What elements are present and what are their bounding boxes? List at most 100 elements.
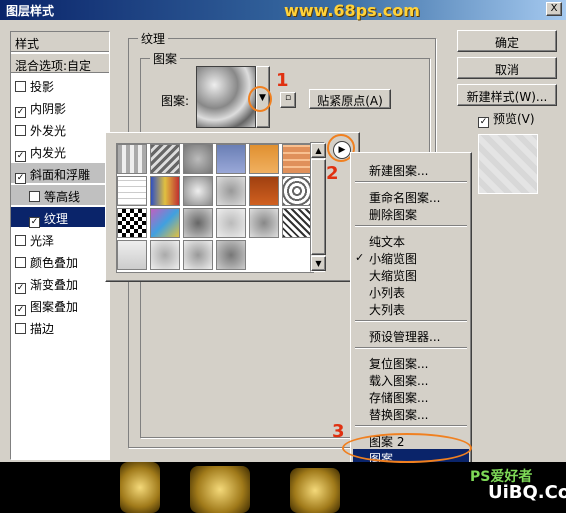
menu-item[interactable]: 纯文本 xyxy=(353,232,469,249)
menu-separator xyxy=(355,225,467,227)
pattern-swatch[interactable] xyxy=(117,176,147,206)
style-item[interactable]: ✓ 渐变叠加 xyxy=(11,273,109,294)
menu-separator xyxy=(355,425,467,427)
style-item-label: 渐变叠加 xyxy=(30,278,79,292)
menu-item[interactable]: 大缩览图 xyxy=(353,266,469,283)
menu-separator xyxy=(355,320,467,322)
checkbox-checked-icon[interactable]: ✓ xyxy=(15,305,26,316)
preview-check-icon: ✓ xyxy=(478,117,489,128)
window-title: 图层样式 xyxy=(6,4,55,18)
menu-separator xyxy=(355,347,467,349)
highlight-circle-3 xyxy=(342,433,472,463)
ok-button[interactable]: 确定 xyxy=(457,30,557,52)
style-item[interactable]: 投影 xyxy=(11,75,109,95)
pattern-swatch[interactable] xyxy=(117,144,147,174)
menu-item[interactable]: 新建图案... xyxy=(353,161,469,178)
pattern-swatch[interactable] xyxy=(216,144,246,174)
gold-glyph xyxy=(190,466,250,513)
close-button[interactable]: X xyxy=(546,2,562,16)
menu-item[interactable]: 复位图案... xyxy=(353,354,469,371)
checkbox-icon[interactable] xyxy=(15,257,26,268)
blend-options[interactable]: 混合选项:自定 xyxy=(11,53,109,73)
preview-checkbox[interactable]: ✓ 预览(V) xyxy=(478,110,535,128)
style-item[interactable]: 等高线 xyxy=(11,185,109,205)
menu-item[interactable]: 删除图案 xyxy=(353,205,469,222)
new-preset-icon[interactable]: ▫ xyxy=(280,92,296,108)
pattern-subgroup-label: 图案 xyxy=(150,50,181,67)
style-item-label: 外发光 xyxy=(30,124,67,138)
pattern-swatch[interactable] xyxy=(150,208,180,238)
checkbox-icon[interactable] xyxy=(15,235,26,246)
style-item-label: 图案叠加 xyxy=(30,300,79,314)
style-item-label: 等高线 xyxy=(44,190,81,204)
style-list: 样式 混合选项:自定 投影 ✓ 内阴影外发光 ✓ 内发光 ✓ 斜面和浮雕等高线 ✓ 纹理光泽 颜色… xyxy=(10,31,110,460)
style-item-label: 描边 xyxy=(30,322,55,336)
scroll-down-icon[interactable]: ▼ xyxy=(311,256,326,271)
scroll-thumb[interactable] xyxy=(311,159,326,255)
step-3-label: 3 xyxy=(332,421,345,442)
menu-item[interactable]: 重命名图案... xyxy=(353,188,469,205)
gold-glyph xyxy=(290,468,340,513)
picker-scrollbar[interactable]: ▲ ▼ xyxy=(310,142,326,272)
style-item[interactable]: 光泽 xyxy=(11,229,109,249)
style-item-label: 内发光 xyxy=(30,146,67,160)
checkbox-checked-icon[interactable]: ✓ xyxy=(15,283,26,294)
checkbox-checked-icon[interactable]: ✓ xyxy=(15,107,26,118)
menu-item[interactable]: 预设管理器... xyxy=(353,327,469,344)
style-item-label: 纹理 xyxy=(44,212,69,226)
checkbox-checked-icon[interactable]: ✓ xyxy=(29,217,40,228)
checkmark-icon: ✓ xyxy=(355,251,365,264)
menu-item[interactable]: 大列表 xyxy=(353,300,469,317)
pattern-swatch[interactable] xyxy=(282,208,312,238)
style-item[interactable]: ✓ 纹理 xyxy=(11,207,109,228)
pattern-swatch[interactable] xyxy=(249,176,279,206)
checkbox-checked-icon[interactable]: ✓ xyxy=(15,173,26,184)
pattern-swatch[interactable] xyxy=(183,240,213,270)
cancel-button[interactable]: 取消 xyxy=(457,57,557,79)
style-item[interactable]: ✓ 内阴影 xyxy=(11,97,109,118)
pattern-swatch[interactable] xyxy=(282,176,312,206)
checkbox-icon[interactable] xyxy=(15,323,26,334)
pattern-swatch[interactable] xyxy=(183,208,213,238)
checkbox-icon[interactable] xyxy=(15,125,26,136)
watermark: www.68ps.com xyxy=(284,1,420,20)
menu-item[interactable]: 存储图案... xyxy=(353,388,469,405)
pattern-swatch[interactable] xyxy=(183,144,213,174)
pattern-swatch[interactable] xyxy=(117,240,147,270)
style-preview-swatch xyxy=(478,134,538,194)
step-1-label: 1 xyxy=(276,70,289,91)
checkbox-icon[interactable] xyxy=(29,191,40,202)
checkbox-icon[interactable] xyxy=(15,81,26,92)
menu-item[interactable]: 小缩览图 xyxy=(353,249,469,266)
scroll-up-icon[interactable]: ▲ xyxy=(311,143,326,158)
pattern-thumbnail[interactable] xyxy=(196,66,256,128)
highlight-circle-1 xyxy=(248,86,272,112)
pattern-swatch[interactable] xyxy=(150,176,180,206)
pattern-swatch[interactable] xyxy=(282,144,312,174)
style-item[interactable]: ✓ 斜面和浮雕 xyxy=(11,163,109,184)
pattern-swatch[interactable] xyxy=(117,208,147,238)
pattern-swatch[interactable] xyxy=(150,240,180,270)
style-item-label: 斜面和浮雕 xyxy=(30,168,91,182)
style-list-header[interactable]: 样式 xyxy=(11,32,109,52)
step-2-label: 2 xyxy=(326,163,339,184)
menu-item[interactable]: 替换图案... xyxy=(353,405,469,422)
style-item[interactable]: 外发光 xyxy=(11,119,109,139)
style-item[interactable]: ✓ 图案叠加 xyxy=(11,295,109,316)
pattern-swatch[interactable] xyxy=(150,144,180,174)
pattern-swatch[interactable] xyxy=(216,208,246,238)
pattern-swatch[interactable] xyxy=(183,176,213,206)
style-item[interactable]: 描边 xyxy=(11,317,109,337)
gold-glyph xyxy=(120,462,160,513)
pattern-swatch[interactable] xyxy=(216,176,246,206)
pattern-swatch[interactable] xyxy=(216,240,246,270)
snap-to-origin-button[interactable]: 贴紧原点(A) xyxy=(309,89,391,109)
checkbox-checked-icon[interactable]: ✓ xyxy=(15,151,26,162)
pattern-swatch[interactable] xyxy=(249,144,279,174)
new-style-button[interactable]: 新建样式(W)... xyxy=(457,84,557,106)
pattern-swatch[interactable] xyxy=(249,208,279,238)
style-item[interactable]: 颜色叠加 xyxy=(11,251,109,271)
style-item[interactable]: ✓ 内发光 xyxy=(11,141,109,162)
menu-item[interactable]: 载入图案... xyxy=(353,371,469,388)
menu-item[interactable]: 小列表 xyxy=(353,283,469,300)
